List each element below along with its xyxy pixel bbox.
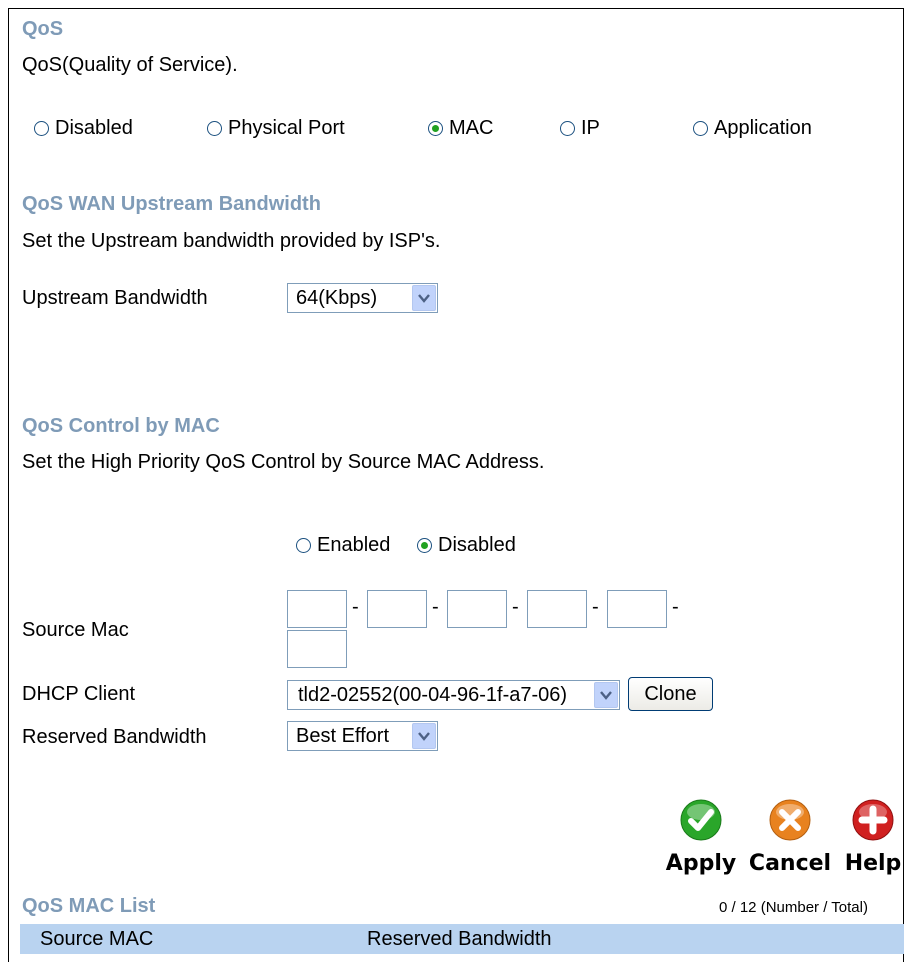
radio-circle-checked[interactable]	[417, 538, 432, 553]
mode-physical-port-radio[interactable]: Physical Port	[207, 117, 345, 140]
radio-circle-checked[interactable]	[428, 121, 443, 136]
mode-ip-radio[interactable]: IP	[560, 117, 600, 140]
column-source-mac: Source MAC	[40, 928, 154, 950]
dhcp-client-label: DHCP Client	[22, 683, 135, 705]
mode-label: Physical Port	[228, 117, 345, 139]
mac-separator: -	[592, 596, 599, 618]
mode-application-radio[interactable]: Application	[693, 117, 812, 140]
clone-button[interactable]: Clone	[628, 677, 713, 711]
mac-separator: -	[512, 596, 519, 618]
qos-title: QoS	[22, 18, 64, 40]
help-button[interactable]: Help	[843, 798, 903, 876]
wan-description: Set the Upstream bandwidth provided by I…	[22, 230, 441, 252]
radio-circle[interactable]	[34, 121, 49, 136]
mode-label: Disabled	[55, 117, 133, 139]
mac-control-title: QoS Control by MAC	[22, 415, 220, 437]
radio-label: Enabled	[317, 534, 391, 556]
select-value: tld2-02552(00-04-96-1f-a7-06)	[298, 683, 568, 706]
close-icon	[769, 799, 811, 841]
upstream-label: Upstream Bandwidth	[22, 287, 208, 309]
mac-disabled-radio[interactable]: Disabled	[417, 534, 516, 557]
mac-octet-6-input[interactable]	[287, 630, 347, 668]
source-mac-label: Source Mac	[22, 619, 129, 641]
cancel-button[interactable]: Cancel	[748, 798, 832, 876]
reserved-bandwidth-label: Reserved Bandwidth	[22, 726, 207, 748]
mac-separator: -	[672, 596, 679, 618]
radio-circle[interactable]	[207, 121, 222, 136]
mac-octet-4-input[interactable]	[527, 590, 587, 628]
help-label: Help	[844, 851, 902, 876]
mac-list-title: QoS MAC List	[22, 895, 156, 917]
mode-disabled-radio[interactable]: Disabled	[34, 117, 133, 140]
mac-list-count: 0 / 12 (Number / Total)	[719, 899, 868, 916]
chevron-down-icon[interactable]	[412, 723, 436, 749]
mac-control-description: Set the High Priority QoS Control by Sou…	[22, 451, 545, 473]
mode-label: Application	[714, 117, 812, 139]
select-value: 64(Kbps)	[296, 286, 378, 309]
chevron-down-icon[interactable]	[412, 285, 436, 311]
mode-label: IP	[581, 117, 600, 139]
radio-circle[interactable]	[560, 121, 575, 136]
plus-icon	[852, 799, 894, 841]
mac-separator: -	[352, 596, 359, 618]
select-value: Best Effort	[296, 724, 390, 747]
checkmark-icon	[680, 799, 722, 841]
apply-label: Apply	[665, 851, 737, 876]
reserved-bandwidth-select[interactable]: Best Effort	[287, 721, 438, 751]
mac-octet-1-input[interactable]	[287, 590, 347, 628]
mac-octet-3-input[interactable]	[447, 590, 507, 628]
wan-title: QoS WAN Upstream Bandwidth	[22, 193, 321, 215]
column-reserved-bandwidth: Reserved Bandwidth	[367, 928, 552, 950]
radio-label: Disabled	[438, 534, 516, 556]
mac-separator: -	[432, 596, 439, 618]
upstream-bandwidth-select[interactable]: 64(Kbps)	[287, 283, 438, 313]
mac-octet-5-input[interactable]	[607, 590, 667, 628]
radio-circle[interactable]	[296, 538, 311, 553]
cancel-label: Cancel	[748, 851, 832, 876]
radio-circle[interactable]	[693, 121, 708, 136]
dhcp-client-select[interactable]: tld2-02552(00-04-96-1f-a7-06)	[287, 680, 620, 710]
mac-list-header: Source MAC Reserved Bandwidth	[20, 924, 904, 954]
mac-enabled-radio[interactable]: Enabled	[296, 534, 390, 557]
mac-octet-2-input[interactable]	[367, 590, 427, 628]
qos-description: QoS(Quality of Service).	[22, 54, 238, 76]
apply-button[interactable]: Apply	[664, 798, 738, 876]
mode-label: MAC	[449, 117, 494, 139]
chevron-down-icon[interactable]	[594, 682, 618, 708]
mode-mac-radio[interactable]: MAC	[428, 117, 493, 140]
